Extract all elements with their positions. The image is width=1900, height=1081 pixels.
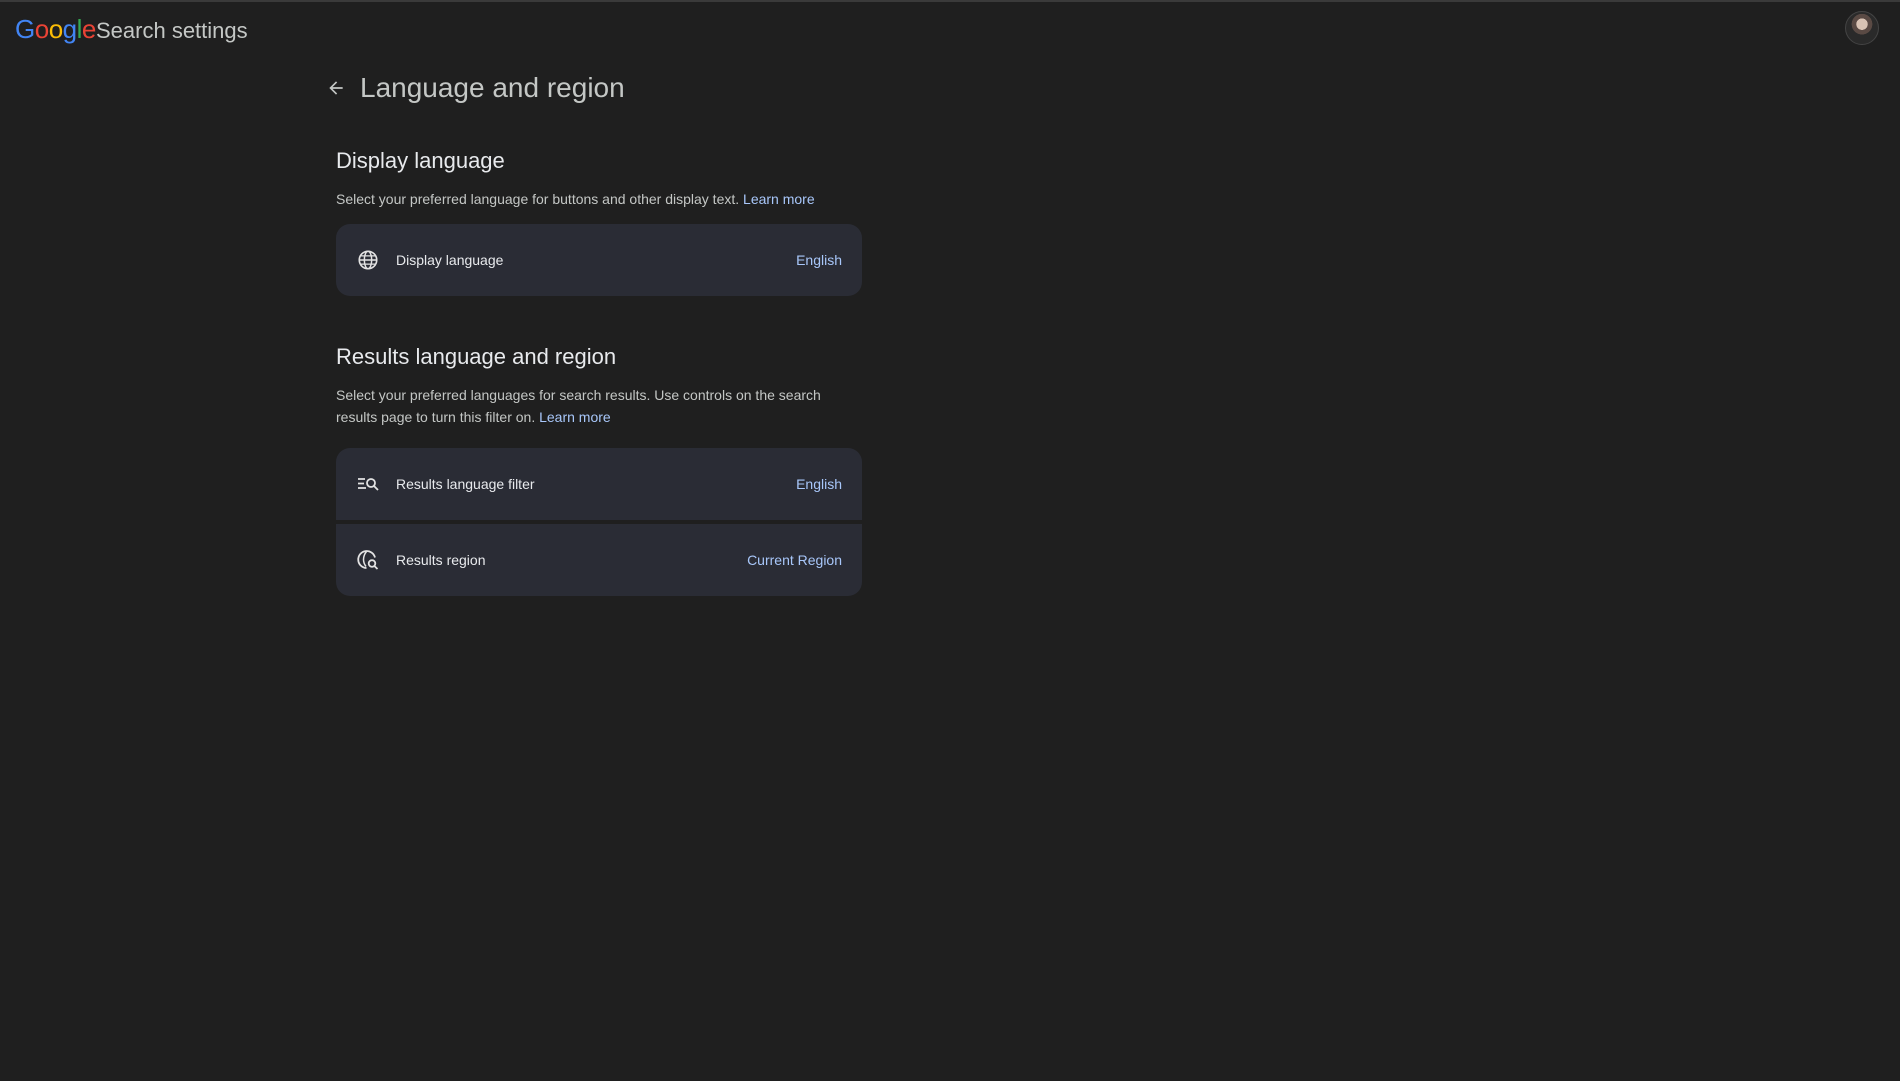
row-value[interactable]: English xyxy=(796,252,842,268)
learn-more-link[interactable]: Learn more xyxy=(539,409,611,425)
app-title: Search settings xyxy=(96,18,248,43)
results-region-row[interactable]: Results region Current Region xyxy=(336,520,862,596)
row-value[interactable]: Current Region xyxy=(747,552,842,568)
display-language-row[interactable]: Display language English xyxy=(336,224,862,296)
logo-letter: G xyxy=(15,14,35,44)
section-heading: Results language and region xyxy=(336,344,617,369)
back-button[interactable] xyxy=(322,74,350,102)
section-description: Select your preferred language for butto… xyxy=(336,188,862,210)
region-search-icon xyxy=(356,548,380,572)
page-title: Language and region xyxy=(360,72,625,103)
google-logo[interactable]: Google xyxy=(15,14,96,45)
learn-more-link[interactable]: Learn more xyxy=(743,191,815,207)
row-label: Results language filter xyxy=(396,476,535,492)
section-description: Select your preferred languages for sear… xyxy=(336,384,862,428)
logo-letter: e xyxy=(81,14,96,44)
display-language-card: Display language English xyxy=(336,224,862,296)
description-text: Select your preferred language for butto… xyxy=(336,191,740,207)
results-language-region-section: Results language and region Select your … xyxy=(336,344,862,596)
results-language-filter-row[interactable]: Results language filter English xyxy=(336,448,862,520)
row-value[interactable]: English xyxy=(796,476,842,492)
logo-letter: o xyxy=(48,14,63,44)
logo-letter: g xyxy=(62,14,77,44)
section-heading: Display language xyxy=(336,148,505,173)
display-language-section: Display language Select your preferred l… xyxy=(336,148,862,296)
row-label: Results region xyxy=(396,552,486,568)
filter-search-icon xyxy=(356,472,380,496)
globe-icon xyxy=(356,248,380,272)
account-avatar[interactable] xyxy=(1845,11,1879,45)
row-label: Display language xyxy=(396,252,504,268)
page-header: Language and region xyxy=(322,66,625,110)
results-card: Results language filter English Results … xyxy=(336,448,862,596)
arrow-back-icon xyxy=(329,81,343,95)
logo-letter: o xyxy=(34,14,49,44)
top-bar: Google Search settings xyxy=(0,2,1900,58)
